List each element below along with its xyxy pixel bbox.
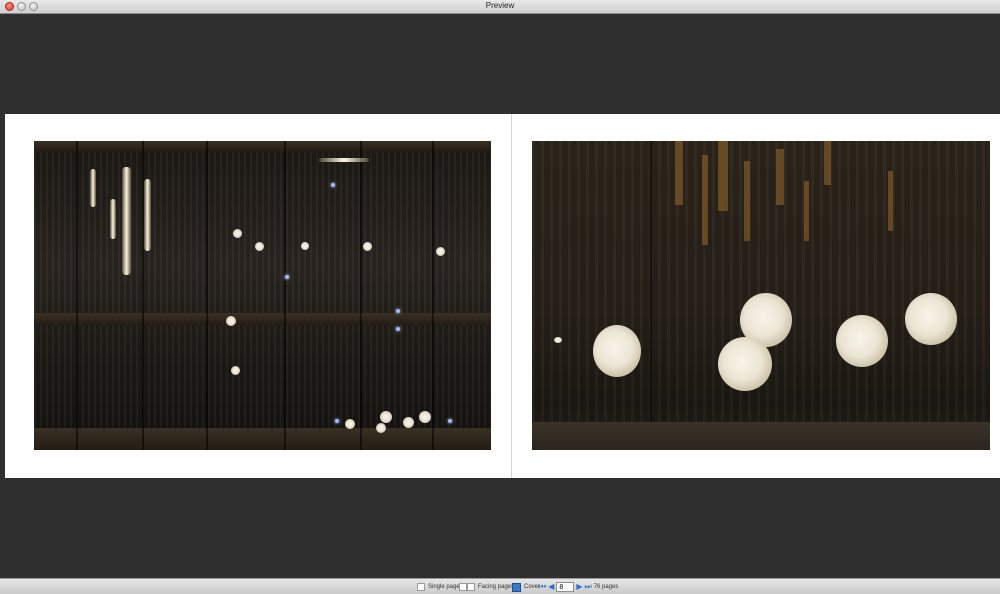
light-dot [345, 419, 355, 429]
light-dot [380, 411, 392, 423]
light-streak [90, 169, 96, 207]
light-dot [233, 229, 242, 238]
photo-seam [76, 141, 78, 450]
light-dot [419, 411, 431, 423]
single-pages-label: Single pages [428, 584, 463, 590]
light-spark [331, 183, 335, 187]
facing-pages-icon[interactable] [467, 583, 475, 591]
photo-ledge [532, 422, 990, 450]
light-spark [448, 419, 452, 423]
spread-gutter [511, 114, 512, 478]
rust-patch [744, 161, 750, 241]
light-streak [122, 167, 131, 275]
light-dot [231, 366, 240, 375]
photo-beam-bottom [34, 428, 491, 450]
light-streak [144, 179, 151, 251]
cover-label: Cover [524, 584, 541, 590]
light-dot [436, 247, 445, 256]
next-page-icon[interactable]: ▶ [576, 582, 582, 592]
window-title: Preview [485, 1, 515, 10]
photo-seam [432, 141, 434, 450]
first-page-icon[interactable]: ⏮ [539, 582, 546, 592]
light-disc [593, 325, 641, 377]
photo-seam [360, 141, 362, 450]
rust-patch [888, 171, 893, 231]
left-page-photo [34, 141, 491, 450]
light-spark [396, 309, 400, 313]
light-dot [554, 337, 562, 343]
light-dot [226, 316, 236, 326]
single-pages-option[interactable]: Single pages [417, 582, 463, 592]
page-navigation: ⏮ ◀ ▶ ⏭ 76 pages [539, 582, 618, 592]
light-dot [403, 417, 414, 428]
previous-page-icon[interactable]: ◀ [548, 582, 554, 592]
rust-patch [776, 149, 784, 205]
rust-patch [804, 181, 809, 241]
bottom-toolbar: Single pages Facing pages Cover ⏮ ◀ ▶ ⏭ … [0, 578, 1000, 594]
photo-seam [206, 141, 208, 450]
page-spread [5, 114, 1000, 478]
right-page-photo [532, 141, 990, 450]
facing-pages-label: Facing pages [478, 584, 515, 590]
light-streak [319, 158, 369, 162]
light-spark [335, 419, 339, 423]
rust-patch [702, 155, 708, 245]
light-dot [376, 423, 386, 433]
rust-patch [718, 141, 728, 211]
light-spark [285, 275, 289, 279]
last-page-icon[interactable]: ⏭ [585, 582, 592, 592]
light-streak [110, 199, 116, 239]
photo-beam-middle [34, 313, 491, 325]
page-number-input[interactable] [556, 582, 575, 592]
light-disc [836, 315, 888, 367]
photo-beam-top [34, 141, 491, 151]
facing-pages-icon[interactable] [459, 583, 467, 591]
rust-patch [824, 141, 831, 185]
photo-seam [284, 141, 286, 450]
rust-patch [675, 141, 683, 205]
page-count-label: 76 pages [593, 584, 619, 590]
light-dot [255, 242, 264, 251]
light-dot [301, 242, 309, 250]
photo-seam [650, 141, 652, 450]
single-pages-icon[interactable] [417, 583, 425, 591]
facing-pages-option[interactable]: Facing pages [459, 582, 514, 592]
title-bar: Preview [0, 0, 1000, 14]
light-disc [905, 293, 957, 345]
light-spark [396, 327, 400, 331]
light-dot [363, 242, 372, 251]
cover-icon[interactable] [512, 582, 521, 592]
cover-option[interactable]: Cover [512, 582, 540, 592]
light-disc [718, 337, 772, 391]
